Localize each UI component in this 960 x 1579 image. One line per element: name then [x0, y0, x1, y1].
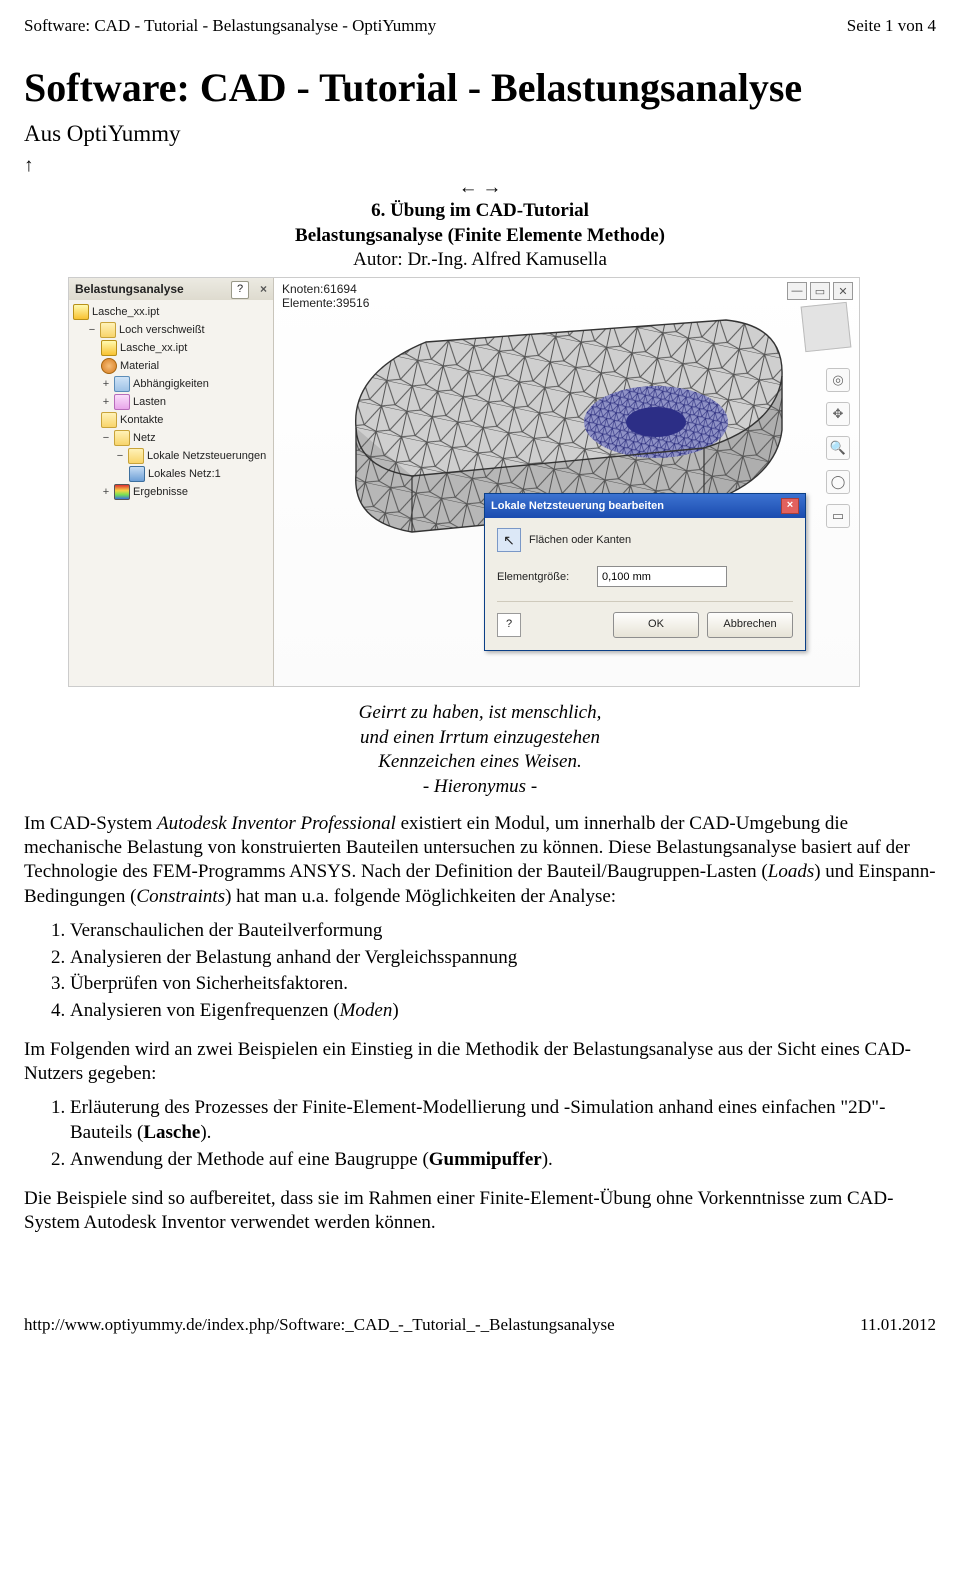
folder-icon — [100, 322, 116, 338]
ok-button[interactable]: OK — [613, 612, 699, 638]
dialog-close-icon[interactable]: × — [781, 498, 799, 514]
nav-up-link[interactable]: ↑ — [24, 155, 936, 177]
viewcube[interactable] — [801, 302, 852, 352]
tree-loads[interactable]: Lasten — [133, 393, 166, 411]
tree-root[interactable]: Lasche_xx.ipt — [92, 303, 159, 321]
browser-panel: Belastungsanalyse × ? Lasche_xx.ipt −Loc… — [69, 278, 274, 686]
selection-label: Flächen oder Kanten — [529, 534, 631, 546]
quote-line-2: und einen Irrtum einzugestehen — [360, 727, 600, 748]
zoom-icon[interactable]: 🔍 — [826, 436, 850, 460]
author-name[interactable]: Dr.-Ing. Alfred Kamusella — [407, 249, 606, 270]
cancel-button[interactable]: Abbrechen — [707, 612, 793, 638]
part-icon — [73, 304, 89, 320]
intro-paragraph: Im CAD-System Autodesk Inventor Professi… — [24, 812, 936, 909]
tree-local-mesh-controls[interactable]: Lokale Netzsteuerungen — [147, 447, 266, 465]
header-left: Software: CAD - Tutorial - Belastungsana… — [24, 16, 436, 36]
footer-url: http://www.optiyummy.de/index.php/Softwa… — [24, 1315, 615, 1335]
tree-constraints[interactable]: Abhängigkeiten — [133, 375, 209, 393]
list-item: Analysieren von Eigenfrequenzen (Moden) — [70, 999, 936, 1024]
results-icon — [114, 484, 130, 500]
dialog-help-button[interactable]: ? — [497, 613, 521, 637]
material-icon — [101, 358, 117, 374]
list-item: Überprüfen von Sicherheitsfaktoren. — [70, 972, 936, 997]
quote-line-1: Geirrt zu haben, ist menschlich, — [359, 702, 602, 723]
tree-results[interactable]: Ergebnisse — [133, 483, 188, 501]
tree-weld[interactable]: Loch verschweißt — [119, 321, 205, 339]
local-mesh-dialog: Lokale Netzsteuerung bearbeiten × ↖ Fläc… — [484, 493, 806, 651]
examples-list: Erläuterung des Prozesses der Finite-Ele… — [24, 1096, 936, 1172]
quote-attrib: - Hieronymus - — [423, 776, 537, 797]
panel-close-icon[interactable]: × — [260, 278, 267, 300]
screenshot-figure: Belastungsanalyse × ? Lasche_xx.ipt −Loc… — [68, 277, 860, 687]
exercise-title: 6. Übung im CAD-Tutorial — [371, 200, 589, 221]
folder-icon — [114, 430, 130, 446]
window-close-icon[interactable]: ✕ — [833, 282, 853, 300]
nav-toolbar: ◎ ✥ 🔍 ◯ ▭ — [825, 368, 851, 528]
nodes-value: 61694 — [323, 282, 356, 296]
dialog-title: Lokale Netzsteuerung bearbeiten — [491, 500, 664, 512]
panel-help-icon[interactable]: ? — [231, 281, 249, 299]
tree-local-mesh-1[interactable]: Lokales Netz:1 — [148, 465, 221, 483]
window-minimize-icon[interactable]: — — [787, 282, 807, 300]
constraint-icon — [114, 376, 130, 392]
browser-panel-title[interactable]: Belastungsanalyse — [75, 278, 184, 300]
element-size-label: Elementgröße: — [497, 571, 587, 583]
quote-line-3: Kennzeichen eines Weisen. — [378, 751, 582, 772]
analysis-options-list: Veranschaulichen der Bauteilverformung A… — [24, 919, 936, 1024]
tree-part[interactable]: Lasche_xx.ipt — [120, 339, 187, 357]
pan-icon[interactable]: ✥ — [826, 402, 850, 426]
element-size-input[interactable] — [597, 566, 727, 587]
folder-icon — [128, 448, 144, 464]
selection-tool-button[interactable]: ↖ — [497, 528, 521, 552]
tree-material[interactable]: Material — [120, 357, 159, 375]
list-item: Analysieren der Belastung anhand der Ver… — [70, 946, 936, 971]
nav-wheel-icon[interactable]: ◎ — [826, 368, 850, 392]
list-item: Veranschaulichen der Bauteilverformung — [70, 919, 936, 944]
graphics-canvas[interactable]: Knoten:61694 Elemente:39516 — ▭ ✕ ◎ ✥ 🔍 … — [274, 278, 859, 686]
local-mesh-icon — [129, 466, 145, 482]
exercise-subtitle: Belastungsanalyse (Finite Elemente Metho… — [295, 225, 665, 246]
examples-intro: Im Folgenden wird an zwei Beispielen ein… — [24, 1038, 936, 1087]
orbit-icon[interactable]: ◯ — [826, 470, 850, 494]
folder-icon — [101, 412, 117, 428]
page-title: Software: CAD - Tutorial - Belastungsana… — [24, 64, 936, 111]
window-maximize-icon[interactable]: ▭ — [810, 282, 830, 300]
model-tree[interactable]: Lasche_xx.ipt −Loch verschweißt Lasche_x… — [69, 300, 273, 501]
part-icon — [101, 340, 117, 356]
author-label: Autor: — [353, 249, 407, 270]
list-item: Anwendung der Methode auf eine Baugruppe… — [70, 1148, 936, 1173]
subtitle: Aus OptiYummy — [24, 121, 936, 147]
look-at-icon[interactable]: ▭ — [826, 504, 850, 528]
nodes-label: Knoten: — [282, 282, 323, 296]
tree-contacts[interactable]: Kontakte — [120, 411, 163, 429]
header-right: Seite 1 von 4 — [847, 16, 936, 36]
footer-date: 11.01.2012 — [860, 1315, 936, 1335]
load-icon — [114, 394, 130, 410]
closing-paragraph: Die Beispiele sind so aufbereitet, dass … — [24, 1187, 936, 1236]
nav-prev-next[interactable]: ← → — [24, 177, 936, 199]
tree-mesh[interactable]: Netz — [133, 429, 156, 447]
list-item: Erläuterung des Prozesses der Finite-Ele… — [70, 1096, 936, 1145]
